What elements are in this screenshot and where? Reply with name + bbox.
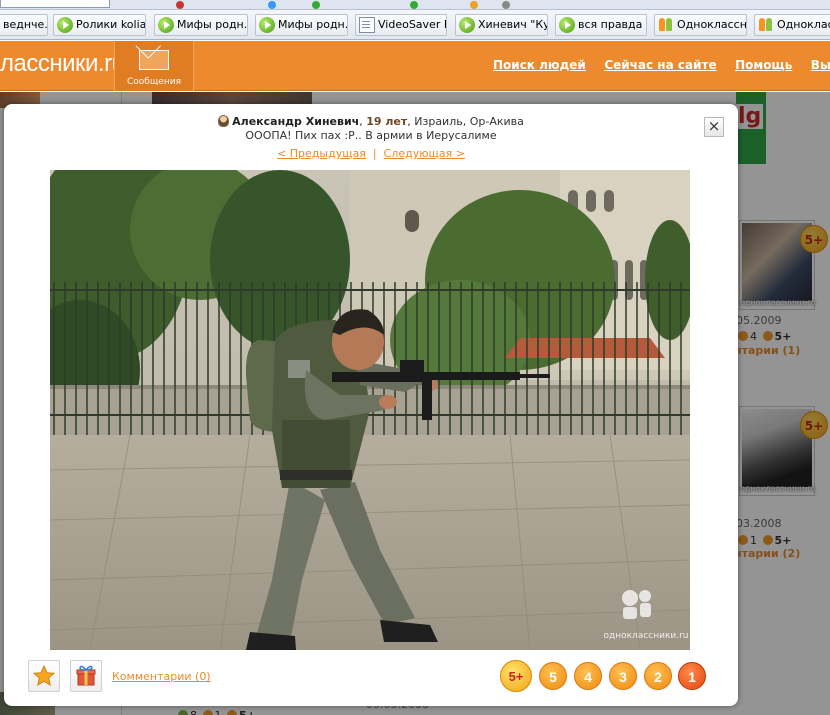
bookmark-item[interactable]: Мифы родн... <box>154 14 248 36</box>
bookmark-item[interactable]: вся правда ... <box>555 14 647 36</box>
user-avatar-icon <box>218 115 230 127</box>
messages-tab[interactable]: Сообщения <box>114 41 194 91</box>
add-to-favorites-button[interactable] <box>28 660 60 692</box>
next-photo-link[interactable]: Следующая > <box>384 147 465 160</box>
rate-5plus-button[interactable]: 5+ <box>500 660 532 692</box>
browser-toolbar <box>0 0 830 10</box>
play-icon <box>259 17 275 33</box>
toolbar-icon[interactable] <box>176 1 184 9</box>
envelope-icon <box>139 50 169 70</box>
site-logo[interactable]: лассники.ru <box>0 50 125 78</box>
toolbar-icon[interactable] <box>410 1 418 9</box>
bookmark-item[interactable]: Мифы родн... <box>255 14 348 36</box>
previous-photo-link[interactable]: < Предыдущая <box>277 147 366 160</box>
close-button[interactable]: × <box>704 117 724 137</box>
play-icon <box>57 17 73 33</box>
bookmark-item[interactable]: веднче... <box>0 14 48 36</box>
bookmarks-bar: веднче... Ролики kolia... Мифы родн... М… <box>0 10 830 40</box>
main-photo[interactable]: одноклассники.ru <box>50 170 690 650</box>
rate-2-button[interactable]: 2 <box>644 662 672 690</box>
odnoklassniki-icon <box>658 17 674 33</box>
toolbar-icon[interactable] <box>312 1 320 9</box>
star-icon <box>32 664 56 687</box>
photo-viewer-modal: Александр Хиневич, 19 лет, Израиль, Ор-А… <box>4 104 738 706</box>
nav-find-people[interactable]: Поиск людей <box>493 58 586 72</box>
bookmark-item[interactable]: VideoSaver I... <box>355 14 447 36</box>
odnoklassniki-icon <box>758 17 774 33</box>
toolbar-icon[interactable] <box>470 1 478 9</box>
rate-3-button[interactable]: 3 <box>609 662 637 690</box>
photo-image: одноклассники.ru <box>50 170 690 650</box>
page-icon <box>359 17 375 33</box>
rate-4-button[interactable]: 4 <box>574 662 602 690</box>
play-icon <box>459 17 475 33</box>
photo-pager: < Предыдущая | Следующая > <box>4 147 738 160</box>
photo-owner: Александр Хиневич, 19 лет, Израиль, Ор-А… <box>4 115 738 128</box>
photo-watermark: одноклассники.ru <box>603 631 688 641</box>
comments-link[interactable]: Комментарии (0) <box>112 670 211 683</box>
address-bar[interactable] <box>0 0 110 8</box>
rate-5-button[interactable]: 5 <box>539 662 567 690</box>
bookmark-item[interactable]: Одноклассн... <box>754 14 830 36</box>
bookmark-item[interactable]: Ролики kolia... <box>53 14 146 36</box>
top-navigation: Поиск людей Сейчас на сайте Помощь Выхо <box>493 58 830 72</box>
gift-icon <box>76 665 96 686</box>
bookmark-item[interactable]: Одноклассн... <box>654 14 747 36</box>
owner-age: 19 лет <box>366 115 408 128</box>
pager-separator: | <box>372 147 377 160</box>
send-gift-button[interactable] <box>70 660 102 692</box>
rate-1-button[interactable]: 1 <box>678 662 706 690</box>
bookmark-item[interactable]: Хиневич "Ку... <box>455 14 548 36</box>
messages-label: Сообщения <box>126 77 181 87</box>
owner-name-link[interactable]: Александр Хиневич <box>232 115 359 128</box>
photo-caption: ОООПА! Пих пах :Р.. В армии в Иерусалиме <box>245 129 497 142</box>
owner-location: , Израиль, Ор-Акива <box>407 115 524 128</box>
play-icon <box>559 17 575 33</box>
play-icon <box>158 17 174 33</box>
toolbar-icon[interactable] <box>268 1 276 9</box>
toolbar-icon[interactable] <box>502 1 510 9</box>
site-header: лассники.ru Сообщения Поиск людей Сейчас… <box>0 41 830 91</box>
nav-logout[interactable]: Выхо <box>811 58 830 72</box>
nav-online-now[interactable]: Сейчас на сайте <box>604 58 716 72</box>
nav-help[interactable]: Помощь <box>735 58 792 72</box>
